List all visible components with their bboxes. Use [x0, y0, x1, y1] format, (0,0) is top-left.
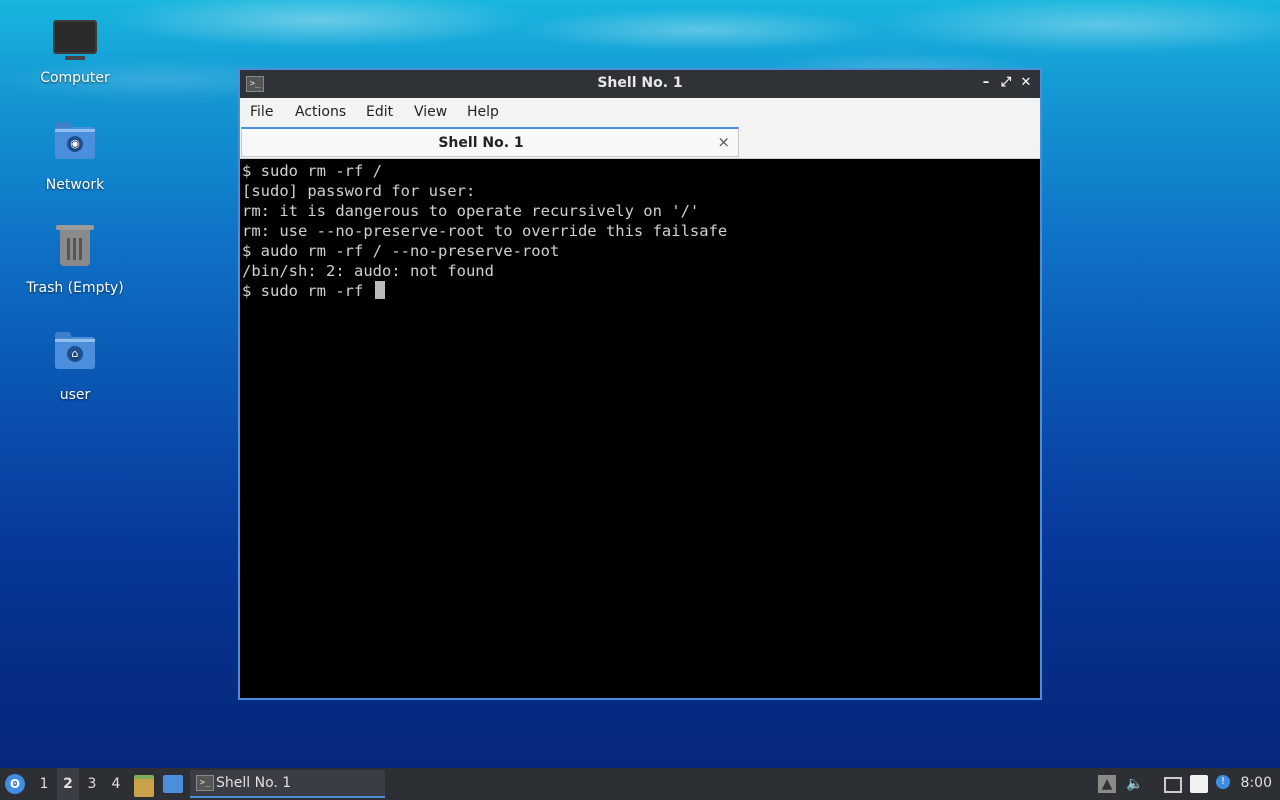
taskbar: ʘ 1 2 3 4 >_ Shell No. 1 ▲ 🔈 ! 8:00	[0, 768, 1280, 800]
taskbar-window-label: Shell No. 1	[216, 775, 292, 791]
menu-actions[interactable]: Actions	[295, 104, 346, 120]
tab-bar: Shell No. 1 ×	[240, 126, 1040, 159]
menu-view[interactable]: View	[414, 104, 447, 120]
terminal-input[interactable]: $ sudo rm -rf	[242, 282, 373, 300]
network-icon[interactable]	[1164, 777, 1182, 793]
menu-file[interactable]: File	[250, 104, 273, 120]
menu-bar: File Actions Edit View Help	[240, 98, 1040, 126]
terminal-window: >_ Shell No. 1 – ⤢ ✕ File Actions Edit V…	[238, 68, 1042, 700]
menu-help[interactable]: Help	[467, 104, 499, 120]
terminal-line: rm: use --no-preserve-root to override t…	[242, 222, 728, 240]
terminal-line: $ sudo rm -rf /	[242, 162, 382, 180]
workspace-3[interactable]: 3	[81, 768, 103, 800]
network-folder-icon: ◉	[53, 122, 97, 171]
trash-icon	[53, 225, 97, 274]
desktop-icon-trash[interactable]: Trash (Empty)	[20, 225, 130, 296]
desktop-icon-computer[interactable]: Computer	[20, 16, 130, 86]
text-cursor	[374, 281, 385, 299]
window-titlebar[interactable]: >_ Shell No. 1 – ⤢ ✕	[240, 70, 1040, 98]
desktop-icon-user[interactable]: ⌂ user	[20, 331, 130, 403]
home-folder-icon: ⌂	[53, 332, 97, 381]
desktop-icon-network[interactable]: ◉ Network	[20, 121, 130, 193]
tab-close-icon[interactable]: ×	[717, 133, 730, 151]
terminal-line: $ audo rm -rf / --no-preserve-root	[242, 242, 560, 260]
workspace-1[interactable]: 1	[33, 768, 55, 800]
clock[interactable]: 8:00	[1241, 775, 1272, 791]
minimize-button[interactable]: –	[978, 75, 994, 91]
desktop-icon-label: Network	[45, 177, 105, 193]
update-icon[interactable]: ▲	[1098, 775, 1116, 793]
desktop-icon-label: Computer	[40, 70, 110, 86]
terminal-line: rm: it is dangerous to operate recursive…	[242, 202, 700, 220]
maximize-button[interactable]: ⤢	[998, 75, 1014, 91]
close-button[interactable]: ✕	[1018, 75, 1034, 91]
terminal-line: [sudo] password for user:	[242, 182, 476, 200]
terminal-app-icon: >_	[196, 775, 214, 791]
volume-icon[interactable]: 🔈	[1126, 775, 1144, 793]
tab-label: Shell No. 1	[438, 135, 524, 151]
terminal-line: /bin/sh: 2: audo: not found	[242, 262, 494, 280]
desktop-icon-label: Trash (Empty)	[26, 280, 124, 296]
terminal-output[interactable]: $ sudo rm -rf / [sudo] password for user…	[240, 159, 1040, 698]
workspace-2[interactable]: 2	[57, 768, 79, 800]
window-title: Shell No. 1	[597, 75, 683, 91]
menu-edit[interactable]: Edit	[366, 104, 393, 120]
clipboard-icon[interactable]	[1190, 775, 1208, 793]
computer-icon	[53, 20, 97, 64]
workspace-4[interactable]: 4	[105, 768, 127, 800]
taskbar-window-button[interactable]: >_ Shell No. 1	[190, 770, 385, 798]
file-manager-icon[interactable]	[134, 775, 154, 797]
tab-shell-1[interactable]: Shell No. 1 ×	[241, 127, 739, 157]
desktop-icon-label: user	[59, 387, 91, 403]
show-desktop-icon[interactable]	[163, 775, 183, 793]
terminal-prompt-line: $ sudo rm -rf	[242, 281, 1040, 301]
start-menu-icon[interactable]: ʘ	[5, 774, 25, 794]
notification-icon[interactable]: !	[1216, 775, 1230, 789]
